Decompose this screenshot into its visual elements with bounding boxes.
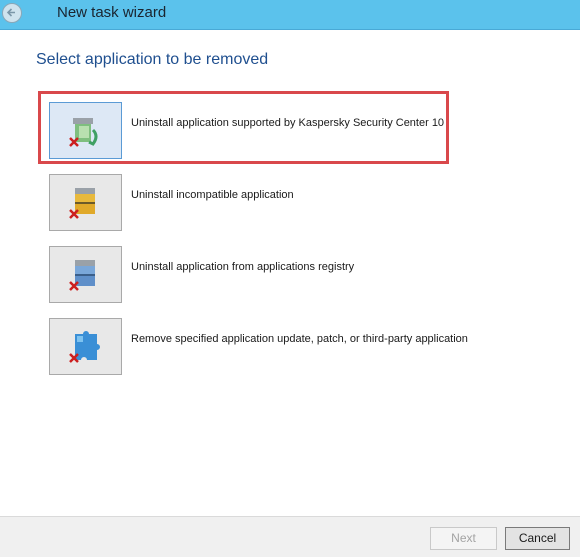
option-uninstall-kaspersky-app[interactable]: Uninstall application supported by Kaspe… — [49, 102, 479, 159]
option-uninstall-from-registry[interactable]: Uninstall application from applications … — [49, 246, 479, 303]
option-label: Uninstall application supported by Kaspe… — [131, 117, 445, 129]
back-arrow-icon — [6, 8, 15, 17]
cancel-button[interactable]: Cancel — [505, 527, 570, 550]
option-label: Remove specified application update, pat… — [131, 333, 468, 345]
kaspersky-app-remove-icon — [69, 118, 98, 147]
update-patch-remove-icon — [69, 331, 100, 363]
next-button[interactable]: Next — [430, 527, 497, 550]
window-title: New task wizard — [57, 4, 167, 21]
option-tile[interactable] — [49, 246, 122, 303]
option-tile[interactable] — [49, 174, 122, 231]
page-heading: Select application to be removed — [36, 51, 269, 68]
option-remove-update-patch[interactable]: Remove specified application update, pat… — [49, 318, 479, 375]
incompatible-app-remove-icon — [69, 188, 95, 219]
option-label: Uninstall incompatible application — [131, 189, 294, 201]
registry-app-remove-icon — [69, 260, 95, 291]
footer-bar: Next Cancel — [0, 516, 580, 557]
option-label: Uninstall application from applications … — [131, 261, 355, 273]
back-button[interactable] — [2, 3, 22, 23]
option-tile[interactable] — [49, 102, 122, 159]
option-tile[interactable] — [49, 318, 122, 375]
option-uninstall-incompatible-app[interactable]: Uninstall incompatible application — [49, 174, 479, 231]
title-bar: New task wizard — [0, 0, 580, 30]
